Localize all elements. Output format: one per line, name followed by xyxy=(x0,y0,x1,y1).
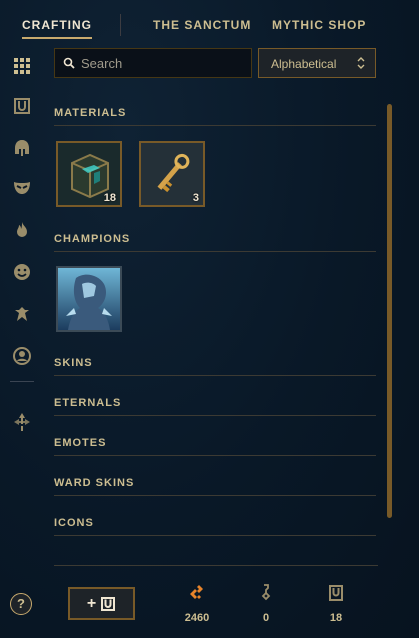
sidebar-divider xyxy=(10,381,34,382)
search-icon xyxy=(63,57,75,69)
help-button[interactable]: ? xyxy=(10,593,32,615)
key-fragment-value: 0 xyxy=(262,612,270,624)
tab-crafting[interactable]: CRAFTING xyxy=(22,18,92,39)
material-chest[interactable]: 18 xyxy=(56,141,122,207)
material-key[interactable]: 3 xyxy=(139,141,205,207)
section-title-emotes[interactable]: EMOTES xyxy=(54,437,106,449)
ward-icon[interactable] xyxy=(8,300,36,328)
mask-icon[interactable] xyxy=(8,174,36,202)
chest-icon xyxy=(101,596,116,611)
chest-icon[interactable] xyxy=(8,92,36,120)
flame-icon[interactable] xyxy=(8,216,36,244)
plus-label: + xyxy=(86,594,97,612)
sort-dropdown[interactable]: Alphabetical xyxy=(258,48,376,78)
sort-selected-label: Alphabetical xyxy=(271,57,337,71)
loot-chest-value: 18 xyxy=(329,612,343,624)
helmet-icon[interactable] xyxy=(8,134,36,162)
section-divider xyxy=(54,495,376,496)
orange-essence-icon xyxy=(190,585,203,599)
section-divider xyxy=(54,535,376,536)
currency-loot-chest: 18 xyxy=(306,584,366,624)
category-sidebar xyxy=(0,52,44,532)
material-count: 18 xyxy=(103,192,116,204)
section-title-ward-skins[interactable]: WARD SKINS xyxy=(54,477,134,489)
champion-portrait[interactable] xyxy=(56,266,122,332)
section-divider xyxy=(54,375,376,376)
section-title-materials: MATERIALS xyxy=(54,107,127,119)
nav-divider xyxy=(120,14,121,36)
section-title-skins[interactable]: SKINS xyxy=(54,357,93,369)
section-title-eternals[interactable]: ETERNALS xyxy=(54,397,121,409)
champion-image xyxy=(58,268,120,330)
search-field[interactable] xyxy=(54,48,252,78)
section-divider xyxy=(54,251,376,252)
material-count: 3 xyxy=(192,192,199,204)
scrollbar-thumb[interactable] xyxy=(387,104,392,518)
section-divider xyxy=(54,455,376,456)
top-nav: CRAFTING THE SANCTUM MYTHIC SHOP xyxy=(0,0,419,52)
section-title-champions: CHAMPIONS xyxy=(54,233,131,245)
currency-key-fragment: 0 xyxy=(236,584,296,624)
chevron-updown-icon xyxy=(357,57,365,69)
smiley-icon[interactable] xyxy=(8,258,36,286)
section-title-icons[interactable]: ICONS xyxy=(54,517,94,529)
add-chest-button[interactable]: + xyxy=(68,587,135,620)
orange-essence-value: 2460 xyxy=(184,612,210,624)
tab-the-sanctum[interactable]: THE SANCTUM xyxy=(153,18,251,32)
key-fragment-icon xyxy=(261,584,271,601)
grid-icon[interactable] xyxy=(8,52,36,80)
profile-icon[interactable] xyxy=(8,342,36,370)
section-divider xyxy=(54,415,376,416)
tab-mythic-shop[interactable]: MYTHIC SHOP xyxy=(272,18,366,32)
section-divider xyxy=(54,125,376,126)
currency-orange-essence: 2460 xyxy=(167,584,227,624)
arrows-icon[interactable] xyxy=(8,408,36,436)
footer-divider xyxy=(54,565,378,566)
chest-icon xyxy=(329,585,343,601)
search-input[interactable] xyxy=(81,49,246,77)
